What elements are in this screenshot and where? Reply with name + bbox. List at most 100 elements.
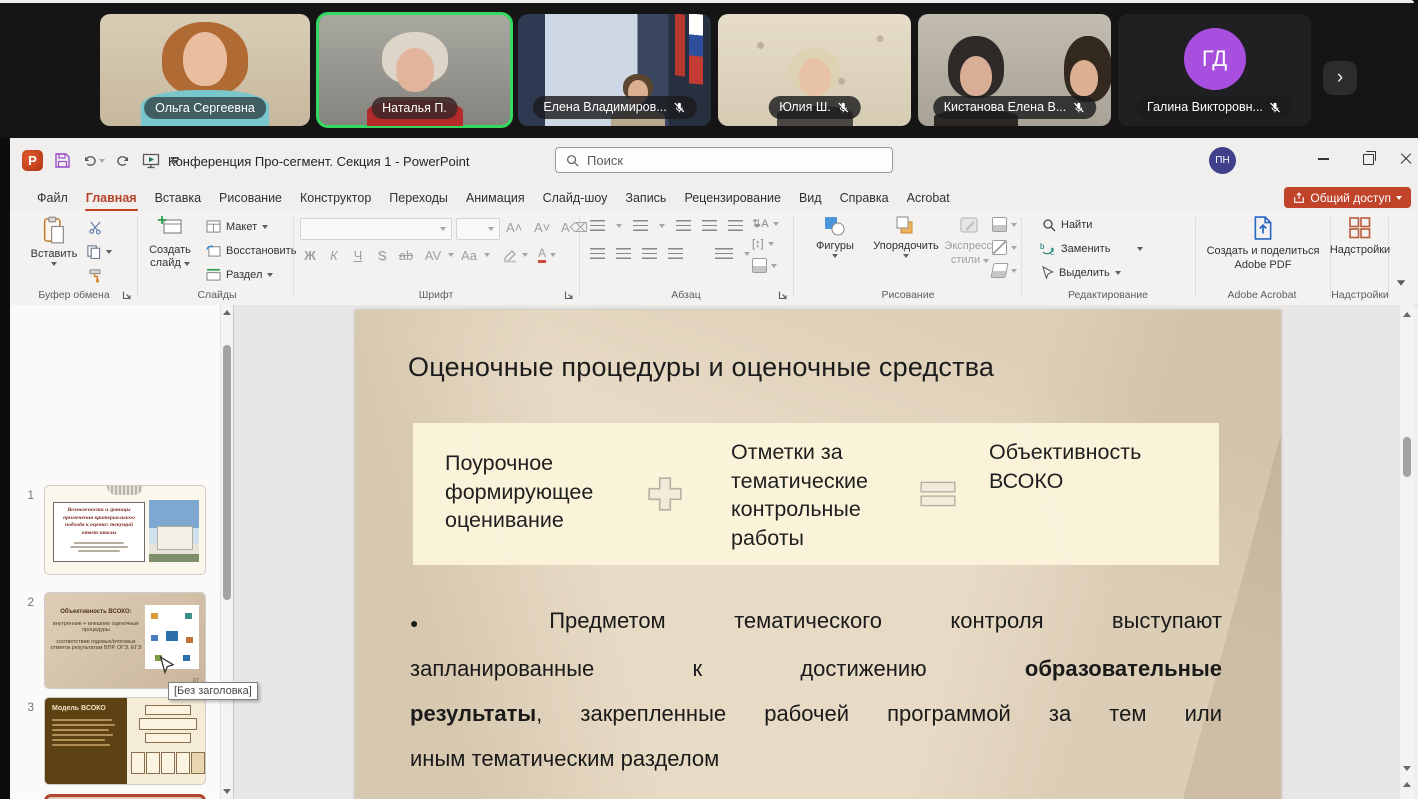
thumbnail-scrollbar[interactable] bbox=[220, 305, 234, 799]
addins-button[interactable]: Надстройки bbox=[1332, 216, 1388, 256]
underline-button[interactable]: Ч bbox=[346, 248, 370, 263]
numbering-button[interactable] bbox=[633, 220, 648, 231]
justify-button[interactable] bbox=[668, 248, 683, 259]
cut-button[interactable] bbox=[88, 220, 103, 235]
participant-tile[interactable]: Юлия Ш. bbox=[718, 14, 911, 126]
character-spacing-button[interactable]: AV bbox=[418, 248, 448, 263]
reset-slide-button[interactable]: Восстановить bbox=[206, 244, 296, 257]
quick-styles-button[interactable]: Экспресс-стили bbox=[946, 216, 994, 268]
tab-transitions[interactable]: Переходы bbox=[380, 187, 457, 209]
current-slide[interactable]: Оценочные процедуры и оценочные средства… bbox=[355, 310, 1281, 799]
text-direction-button[interactable]: ⇅A bbox=[752, 217, 779, 230]
search-box[interactable]: Поиск bbox=[555, 147, 893, 173]
shape-effects-button[interactable] bbox=[992, 263, 1017, 278]
font-size-combo[interactable] bbox=[456, 218, 500, 240]
slide-item-3[interactable]: Объективность ВСОКО bbox=[989, 438, 1199, 495]
shrink-font-button[interactable]: A˅ bbox=[534, 220, 550, 235]
font-name-combo[interactable] bbox=[300, 218, 452, 240]
start-slideshow-icon[interactable] bbox=[142, 153, 160, 169]
participant-tile[interactable]: Елена Владимиров... bbox=[518, 14, 711, 126]
scroll-down-arrow-icon[interactable] bbox=[1403, 766, 1411, 771]
section-button[interactable]: Раздел bbox=[206, 268, 273, 281]
scroll-up-arrow-icon[interactable] bbox=[223, 310, 231, 315]
restore-button[interactable] bbox=[1348, 138, 1388, 180]
align-center-button[interactable] bbox=[616, 248, 631, 259]
create-adobe-pdf-button[interactable]: Создать и поделитьсяAdobe PDF bbox=[1202, 216, 1324, 273]
copy-button[interactable] bbox=[86, 244, 112, 259]
close-button[interactable] bbox=[1386, 138, 1418, 180]
highlight-color-button[interactable] bbox=[502, 248, 519, 263]
next-slide-arrow-icon[interactable] bbox=[1403, 782, 1411, 787]
replace-button[interactable]: bcЗаменить bbox=[1040, 242, 1143, 256]
scroll-down-arrow-icon[interactable] bbox=[223, 789, 231, 794]
format-painter-button[interactable] bbox=[88, 268, 103, 283]
tab-acrobat[interactable]: Acrobat bbox=[898, 187, 959, 209]
undo-button[interactable] bbox=[82, 154, 105, 168]
participant-tile[interactable]: Кистанова Елена В... bbox=[918, 14, 1111, 126]
slide-item-1[interactable]: Поурочное формирующее оценивание bbox=[445, 449, 640, 535]
select-button[interactable]: Выделить bbox=[1041, 266, 1121, 280]
tab-animations[interactable]: Анимация bbox=[457, 187, 534, 209]
tab-file[interactable]: Файл bbox=[28, 187, 77, 209]
tab-slideshow[interactable]: Слайд-шоу bbox=[534, 187, 617, 209]
participant-tile-active-speaker[interactable]: Наталья П. bbox=[318, 14, 511, 126]
slide-thumbnail-2[interactable]: Объективность ВСОКО: внутренние + внешни… bbox=[44, 592, 206, 689]
arrange-button[interactable]: Упорядочить bbox=[866, 216, 946, 258]
font-color-button[interactable]: А bbox=[538, 247, 546, 263]
grow-font-button[interactable]: A˄ bbox=[506, 220, 522, 235]
change-case-button[interactable]: Aa bbox=[454, 248, 484, 263]
new-slide-button[interactable]: Создатьслайд bbox=[143, 216, 197, 270]
tab-view[interactable]: Вид bbox=[790, 187, 831, 209]
slide-smartart-box[interactable]: Поурочное формирующее оценивание Отметки… bbox=[413, 423, 1219, 565]
clipboard-dialog-launcher[interactable] bbox=[122, 290, 132, 300]
tab-design[interactable]: Конструктор bbox=[291, 187, 380, 209]
tab-draw[interactable]: Рисование bbox=[210, 187, 291, 209]
line-spacing-button[interactable] bbox=[728, 220, 743, 231]
thumbnail-scrollbar-thumb[interactable] bbox=[223, 345, 231, 600]
bullets-button[interactable] bbox=[590, 220, 605, 231]
slide-item-2[interactable]: Отметки за тематические контрольные рабо… bbox=[731, 438, 916, 552]
columns-button[interactable] bbox=[715, 248, 733, 259]
participant-tile[interactable]: Ольга Сергеевна bbox=[100, 14, 310, 126]
collapse-ribbon-chevron-icon[interactable] bbox=[1397, 280, 1405, 286]
scroll-up-arrow-icon[interactable] bbox=[1403, 312, 1411, 317]
tab-review[interactable]: Рецензирование bbox=[675, 187, 790, 209]
tab-record[interactable]: Запись bbox=[616, 187, 675, 209]
main-scrollbar-thumb[interactable] bbox=[1403, 437, 1411, 477]
font-dialog-launcher[interactable] bbox=[564, 290, 574, 300]
plus-shape-icon[interactable] bbox=[646, 475, 684, 513]
paragraph-dialog-launcher[interactable] bbox=[778, 290, 788, 300]
clear-formatting-button[interactable]: A⌫ bbox=[561, 220, 588, 236]
align-right-button[interactable] bbox=[642, 248, 657, 259]
convert-to-smartart-button[interactable] bbox=[752, 258, 779, 273]
next-participants-button[interactable]: › bbox=[1323, 61, 1357, 95]
increase-indent-button[interactable] bbox=[702, 220, 717, 231]
main-scrollbar[interactable] bbox=[1399, 305, 1414, 799]
slide-paragraph[interactable]: ● Предметом тематического контроля высту… bbox=[410, 598, 1222, 781]
account-avatar[interactable]: ПН bbox=[1209, 147, 1236, 174]
align-text-button[interactable]: [↕] bbox=[752, 238, 779, 250]
participant-tile[interactable]: ГД Галина Викторовн... bbox=[1118, 14, 1311, 126]
layout-button[interactable]: Макет bbox=[206, 220, 268, 233]
powerpoint-logo-icon[interactable]: P bbox=[22, 150, 43, 171]
bold-button[interactable]: Ж bbox=[298, 248, 322, 263]
strikethrough-button[interactable]: ab bbox=[394, 248, 418, 263]
find-button[interactable]: Найти bbox=[1042, 218, 1092, 232]
slide-thumbnail-4-selected[interactable]: Оценочные процедуры и оценочные средства… bbox=[44, 794, 206, 799]
shapes-button[interactable]: Фигуры bbox=[805, 216, 865, 258]
shape-fill-button[interactable] bbox=[992, 217, 1017, 232]
slide-title[interactable]: Оценочные процедуры и оценочные средства bbox=[408, 352, 994, 383]
redo-icon[interactable] bbox=[116, 154, 131, 168]
paste-button[interactable]: Вставить bbox=[26, 216, 82, 266]
align-left-button[interactable] bbox=[590, 248, 605, 259]
slide-thumbnail-1[interactable]: Возможности и границы применения критери… bbox=[44, 485, 206, 575]
shape-outline-button[interactable] bbox=[992, 240, 1017, 255]
text-shadow-button[interactable]: S bbox=[370, 248, 394, 263]
tab-help[interactable]: Справка bbox=[831, 187, 898, 209]
italic-button[interactable]: К bbox=[322, 248, 346, 263]
slide-thumbnail-3[interactable]: Модель ВСОКО bbox=[44, 697, 206, 785]
share-button[interactable]: Общий доступ bbox=[1284, 187, 1411, 208]
save-icon[interactable] bbox=[54, 152, 71, 169]
minimize-button[interactable] bbox=[1303, 138, 1343, 180]
tab-home[interactable]: Главная bbox=[77, 187, 146, 209]
